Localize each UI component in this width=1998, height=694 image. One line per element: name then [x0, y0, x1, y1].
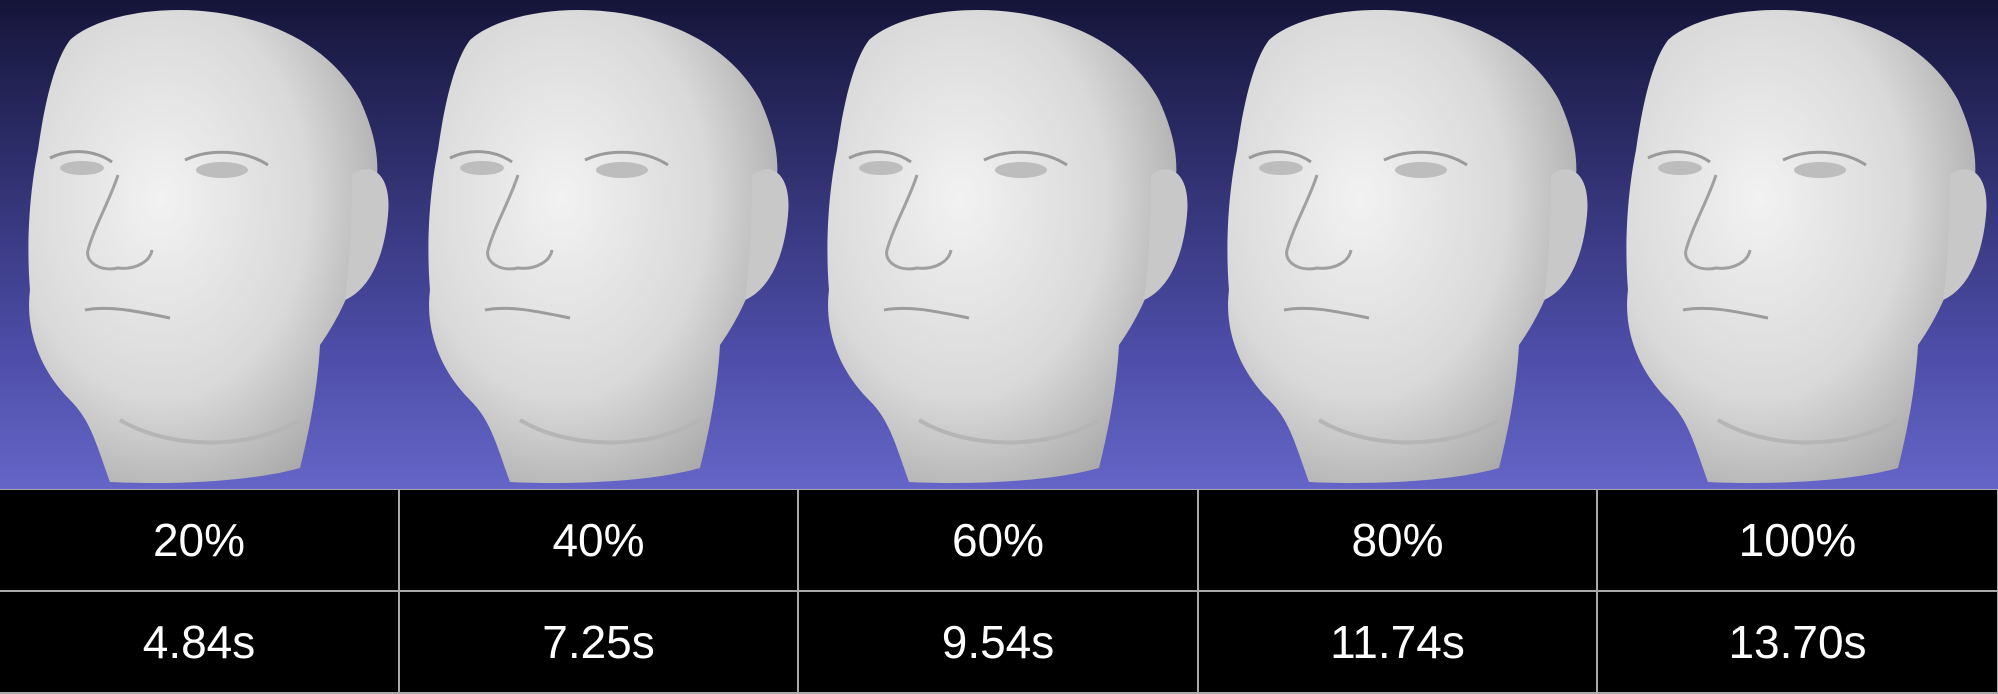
face-render-1 [0, 0, 400, 490]
render-panel [0, 0, 1998, 490]
face-render-3 [799, 0, 1199, 490]
percent-cell-5: 100% [1598, 490, 1998, 592]
time-cell-4: 11.74s [1199, 592, 1598, 694]
time-cell-5: 13.70s [1598, 592, 1998, 694]
percent-cell-4: 80% [1199, 490, 1598, 592]
time-cell-1: 4.84s [0, 592, 400, 694]
face-render-4 [1199, 0, 1599, 490]
face-render-2 [400, 0, 800, 490]
time-cell-3: 9.54s [799, 592, 1199, 694]
percent-cell-1: 20% [0, 490, 400, 592]
time-cell-2: 7.25s [400, 592, 799, 694]
percent-cell-3: 60% [799, 490, 1199, 592]
percent-cell-2: 40% [400, 490, 799, 592]
face-render-5 [1598, 0, 1998, 490]
figure: 20% 40% 60% 80% 100% 4.84s 7.25s 9.54s 1… [0, 0, 1998, 694]
results-table: 20% 40% 60% 80% 100% 4.84s 7.25s 9.54s 1… [0, 490, 1998, 694]
